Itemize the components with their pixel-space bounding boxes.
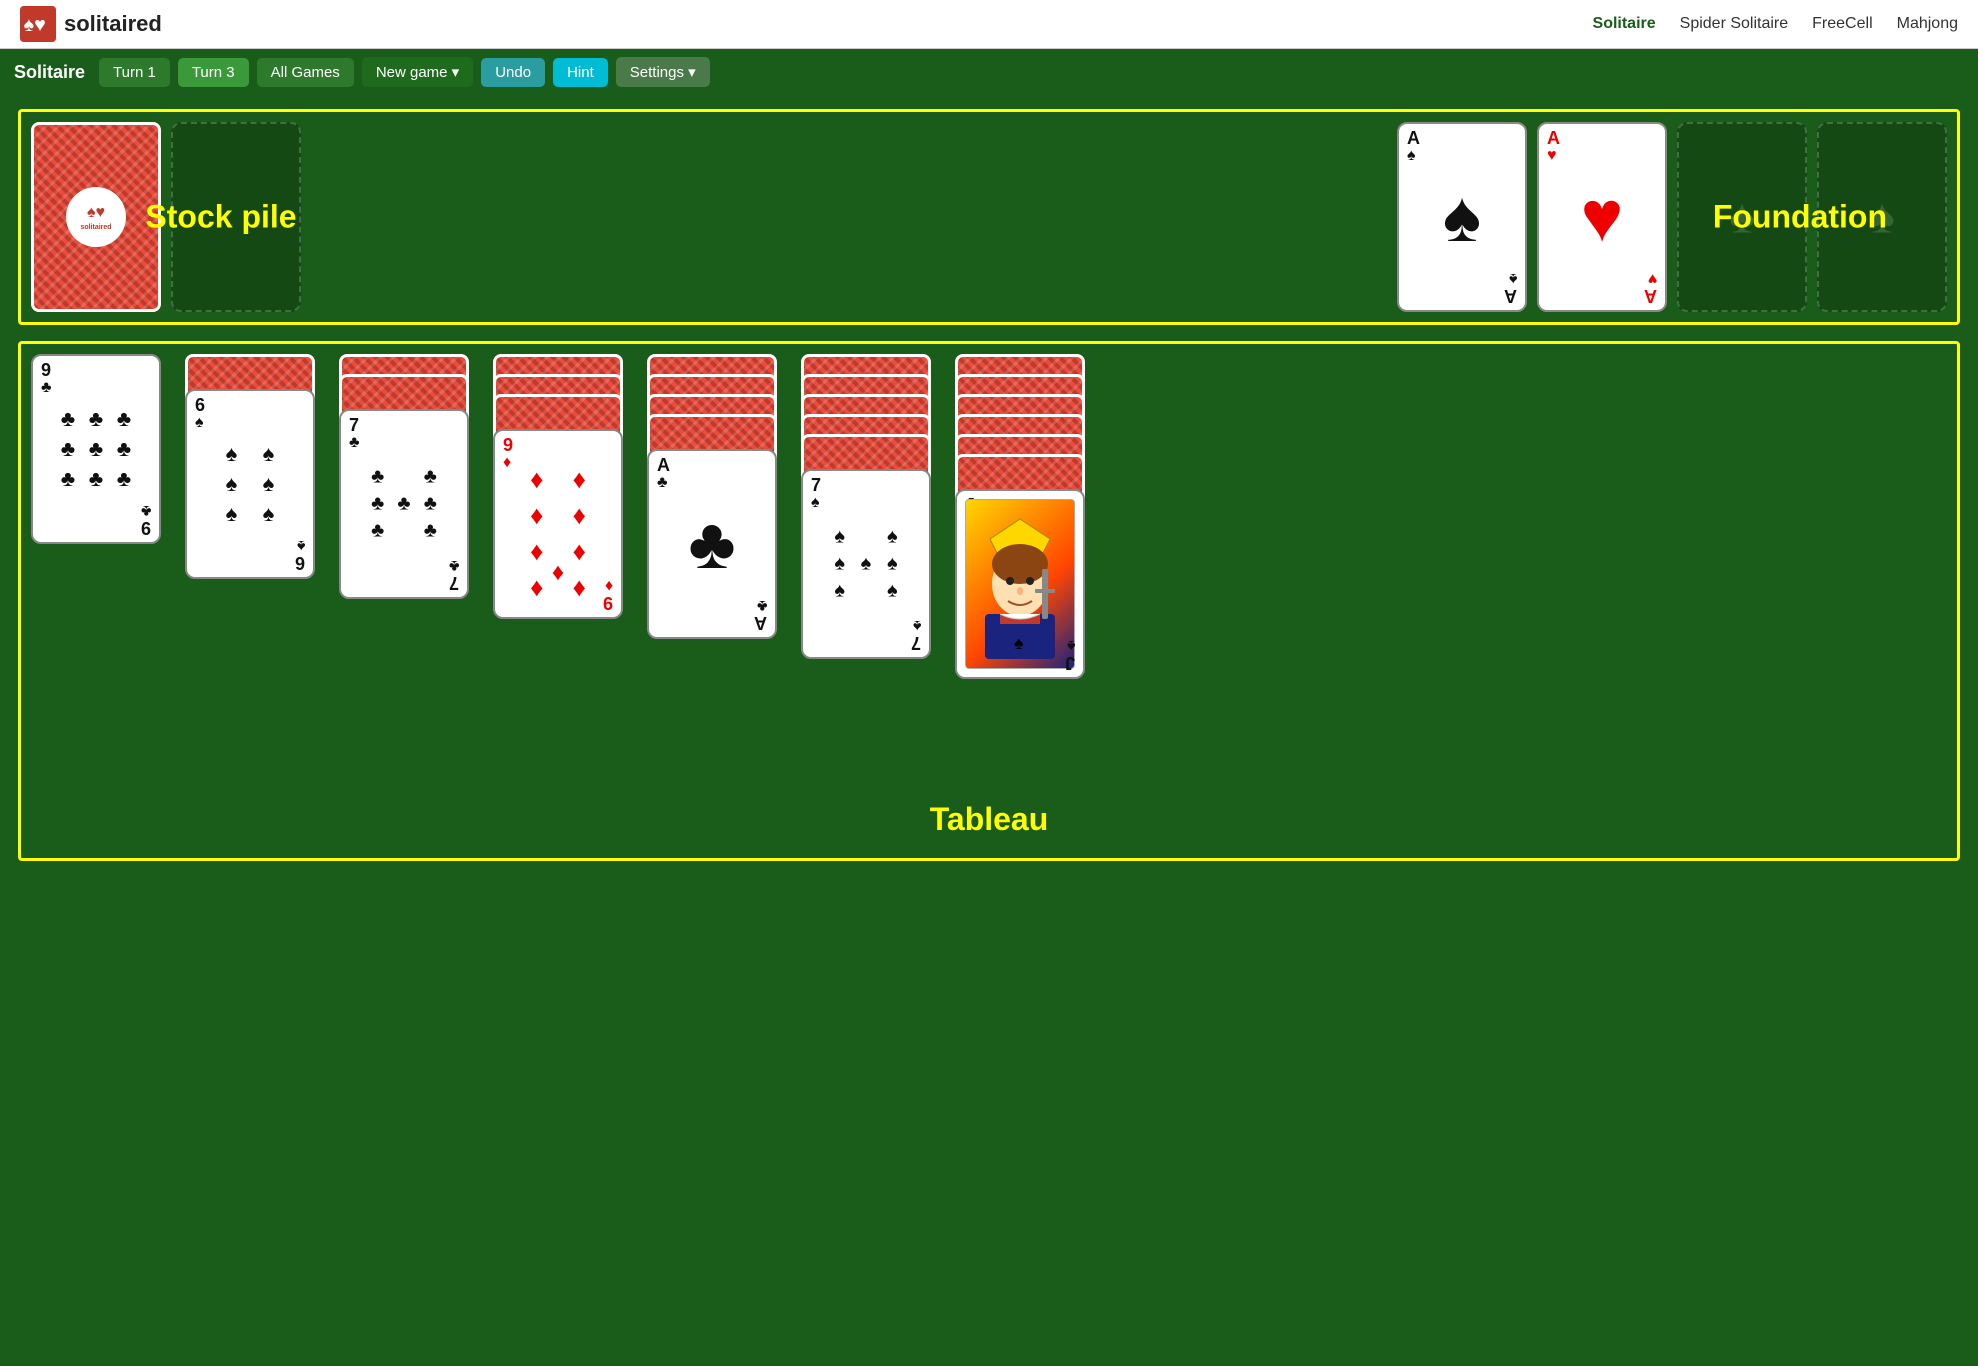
tableau-label: Tableau <box>930 801 1049 838</box>
f1-rank-bot: A <box>1504 287 1517 305</box>
logo-area: ♠♥ solitaired <box>20 6 162 42</box>
tableau-col-2: 6 ♠ ♠♠ ♠♠ ♠♠ 6 ♠ <box>185 354 325 679</box>
turn1-button[interactable]: Turn 1 <box>99 58 170 87</box>
card-js[interactable]: J ♠ <box>955 489 1085 679</box>
svg-text:♠: ♠ <box>1014 633 1024 653</box>
settings-button[interactable]: Settings ▾ <box>616 57 710 87</box>
foundation-area: A ♠ ♠ A ♠ A ♥ ♥ A ♥ ♠ ♠ Foundation <box>427 122 1947 312</box>
jack-face-art: ♠ <box>965 499 1075 669</box>
card-7s[interactable]: 7 ♠ ♠♠ ♠♠♠ ♠♠ 7 ♠ <box>801 469 931 659</box>
nav-solitaire[interactable]: Solitaire <box>1593 15 1656 33</box>
tableau-col-5: A ♣ ♣ A ♣ <box>647 354 787 679</box>
tableau-col-1: 9 ♣ ♣♣♣ ♣♣♣ ♣♣♣ 9 ♣ <box>31 354 171 679</box>
nav-spider[interactable]: Spider Solitaire <box>1680 15 1789 33</box>
tableau-col-4: 9 ♦ ♦♦ ♦♦ ♦♦ ♦♦ ♦ 9 ♦ <box>493 354 633 679</box>
card-ac[interactable]: A ♣ ♣ A ♣ <box>647 449 777 639</box>
foundation-pile-2[interactable]: A ♥ ♥ A ♥ <box>1537 122 1667 312</box>
nav-links: Solitaire Spider Solitaire FreeCell Mahj… <box>1593 15 1958 33</box>
card-9c[interactable]: 9 ♣ ♣♣♣ ♣♣♣ ♣♣♣ 9 ♣ <box>31 354 161 544</box>
game-toolbar: Solitaire Turn 1 Turn 3 All Games New ga… <box>0 49 1978 95</box>
toolbar-title: Solitaire <box>14 62 85 83</box>
stock-card[interactable]: ♠♥ solitaired <box>31 122 161 312</box>
stock-logo: ♠♥ solitaired <box>66 187 126 247</box>
tableau-col-7: J ♠ <box>955 354 1095 679</box>
tableau-section: 9 ♣ ♣♣♣ ♣♣♣ ♣♣♣ 9 ♣ 6 ♠ <box>18 341 1960 861</box>
stock-area: ♠♥ solitaired Stock pile <box>31 122 411 312</box>
top-section: ♠♥ solitaired Stock pile A ♠ ♠ A ♠ A <box>18 109 1960 325</box>
f2-suit-bot: ♥ <box>1648 270 1658 286</box>
card-9d[interactable]: 9 ♦ ♦♦ ♦♦ ♦♦ ♦♦ ♦ 9 ♦ <box>493 429 623 619</box>
card-7c[interactable]: 7 ♣ ♣♣ ♣♣♣ ♣♣ 7 ♣ <box>339 409 469 599</box>
undo-button[interactable]: Undo <box>481 58 545 87</box>
nav-mahjong[interactable]: Mahjong <box>1897 15 1958 33</box>
logo-text: solitaired <box>64 11 162 37</box>
f1-center: ♠ <box>1443 181 1481 253</box>
turn3-button[interactable]: Turn 3 <box>178 58 249 87</box>
foundation-pile-3[interactable]: ♠ <box>1677 122 1807 312</box>
logo-icon: ♠♥ <box>20 6 56 42</box>
top-nav: ♠♥ solitaired Solitaire Spider Solitaire… <box>0 0 1978 49</box>
foundation-pile-4[interactable]: ♠ <box>1817 122 1947 312</box>
nav-freecell[interactable]: FreeCell <box>1812 15 1872 33</box>
waste-pile[interactable] <box>171 122 301 312</box>
svg-text:♠♥: ♠♥ <box>24 14 46 36</box>
game-area: ♠♥ solitaired Stock pile A ♠ ♠ A ♠ A <box>0 95 1978 875</box>
card-6s[interactable]: 6 ♠ ♠♠ ♠♠ ♠♠ 6 ♠ <box>185 389 315 579</box>
hint-button[interactable]: Hint <box>553 58 608 87</box>
f2-rank-bot: A <box>1644 287 1657 305</box>
f2-suit-top: ♥ <box>1547 148 1557 164</box>
f1-suit-bot: ♠ <box>1509 270 1518 286</box>
tableau-col-3: 7 ♣ ♣♣ ♣♣♣ ♣♣ 7 ♣ <box>339 354 479 679</box>
f1-rank-top: A <box>1407 129 1420 147</box>
tableau-columns: 9 ♣ ♣♣♣ ♣♣♣ ♣♣♣ 9 ♣ 6 ♠ <box>31 354 1947 679</box>
f2-rank-top: A <box>1547 129 1560 147</box>
jack-svg: ♠ <box>970 509 1070 659</box>
foundation-pile-1[interactable]: A ♠ ♠ A ♠ <box>1397 122 1527 312</box>
newgame-button[interactable]: New game ▾ <box>362 57 473 87</box>
allgames-button[interactable]: All Games <box>257 58 354 87</box>
f1-suit-top: ♠ <box>1407 148 1416 164</box>
f2-center: ♥ <box>1581 181 1624 253</box>
tableau-col-6: 7 ♠ ♠♠ ♠♠♠ ♠♠ 7 ♠ <box>801 354 941 679</box>
